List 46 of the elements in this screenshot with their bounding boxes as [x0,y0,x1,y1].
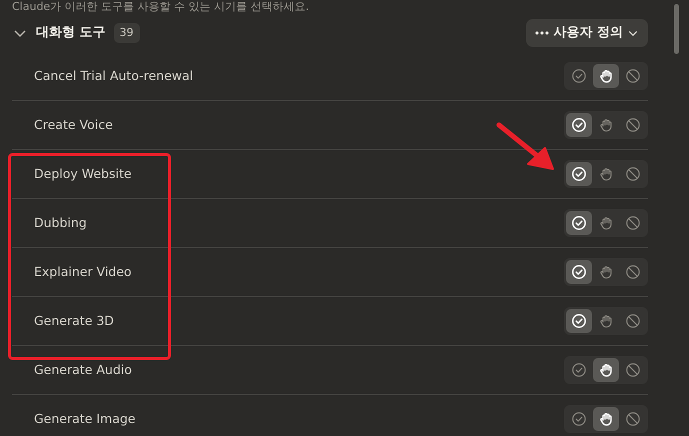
tool-name: Deploy Website [34,164,132,183]
allow-option-button[interactable] [566,211,592,235]
check-circle-icon [571,68,587,84]
prohibited-icon [625,313,641,329]
check-circle-icon [571,166,587,182]
hand-icon [598,117,614,133]
tool-name: Explainer Video [34,262,132,281]
prohibited-icon [625,362,641,378]
tool-name: Generate Image [34,410,136,428]
allow-option-button[interactable] [566,260,592,284]
hand-icon [598,166,614,182]
hand-icon [598,362,614,378]
check-circle-icon [571,215,587,231]
tool-name: Cancel Trial Auto-renewal [34,66,194,85]
tool-name: Create Voice [34,116,113,134]
ask-option-button[interactable] [593,64,619,88]
customize-button[interactable]: 사용자 정의 [526,19,648,47]
check-circle-icon [571,313,587,329]
hand-icon [598,68,614,84]
prohibited-icon [625,264,641,280]
count-badge: 39 [114,22,140,44]
prohibited-icon [625,411,641,427]
check-circle-icon [571,117,587,133]
prohibited-icon [625,215,641,231]
allow-option-button[interactable] [566,162,592,186]
allow-option-button[interactable] [566,309,592,333]
hand-icon [598,264,614,280]
hand-icon [598,215,614,231]
prohibited-icon [625,68,641,84]
hand-icon [598,313,614,329]
tool-name: Generate 3D [34,312,114,330]
ask-option-button[interactable] [593,407,619,431]
section-title: 대화형 도구 [36,24,106,42]
more-icon [535,31,550,35]
check-circle-icon [571,362,587,378]
check-circle-icon [571,264,587,280]
prohibited-icon [625,166,641,182]
tool-name: Generate Audio [34,360,132,379]
hand-icon [598,411,614,427]
tool-name: Dubbing [34,214,87,232]
ask-option-button[interactable] [593,358,619,382]
scrollbar-thumb[interactable] [674,4,679,54]
description-text: Claude가 이러한 도구를 사용할 수 있는 시기를 선택하세요. [11,0,310,14]
prohibited-icon [625,117,641,133]
allow-option-button[interactable] [566,113,592,137]
check-circle-icon [571,411,587,427]
